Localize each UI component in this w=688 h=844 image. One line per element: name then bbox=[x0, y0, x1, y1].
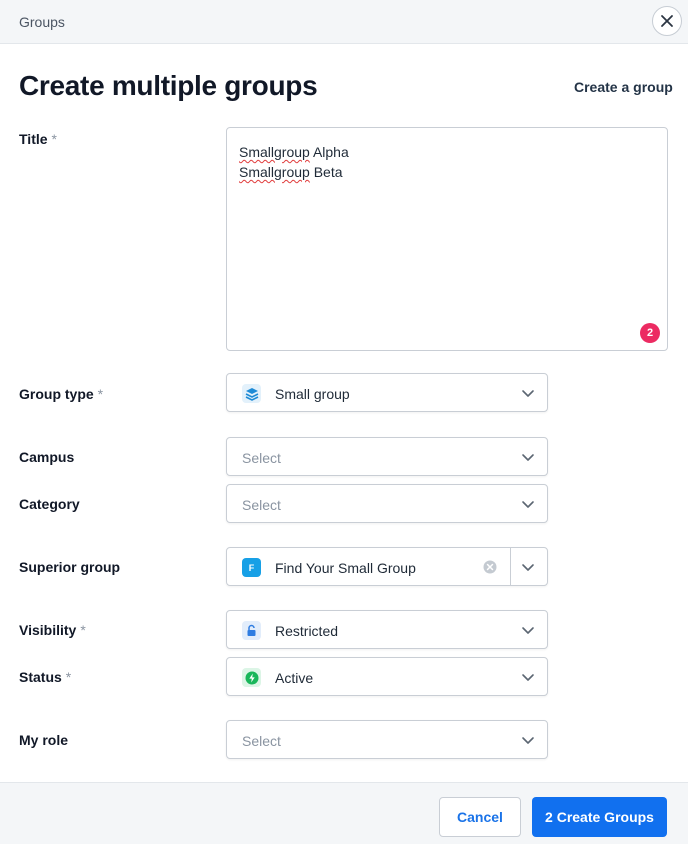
title-line-text: Alpha bbox=[309, 144, 349, 160]
layers-icon bbox=[242, 384, 261, 403]
title-textarea[interactable]: Smallgroup Alpha Smallgroup Beta 2 bbox=[226, 127, 668, 351]
required-mark: * bbox=[51, 131, 57, 147]
line-count-badge: 2 bbox=[640, 323, 660, 343]
superior-group-label: Superior group bbox=[19, 559, 121, 575]
modal-header: Groups bbox=[0, 0, 688, 44]
my-role-select[interactable]: Select bbox=[226, 720, 548, 759]
group-type-label-text: Group type bbox=[19, 386, 94, 402]
required-mark: * bbox=[80, 622, 86, 638]
create-groups-button[interactable]: 2 Create Groups bbox=[532, 797, 667, 837]
group-type-label: Group type * bbox=[19, 386, 103, 402]
group-type-value: Small group bbox=[275, 386, 350, 402]
modal-footer: Cancel 2 Create Groups bbox=[0, 782, 688, 844]
required-mark: * bbox=[97, 386, 104, 402]
title-label: Title * bbox=[19, 131, 57, 147]
status-label: Status * bbox=[19, 669, 71, 685]
visibility-select[interactable]: Restricted bbox=[226, 610, 548, 649]
cancel-button[interactable]: Cancel bbox=[439, 797, 521, 837]
group-badge-icon: F bbox=[242, 558, 261, 577]
title-label-text: Title bbox=[19, 131, 48, 147]
required-mark: * bbox=[65, 669, 72, 685]
title-line: Smallgroup Alpha bbox=[239, 142, 655, 162]
breadcrumb: Groups bbox=[19, 14, 65, 30]
campus-label: Campus bbox=[19, 449, 75, 465]
group-badge-letter: F bbox=[248, 562, 255, 573]
superior-group-select[interactable]: F Find Your Small Group bbox=[226, 547, 548, 586]
status-select[interactable]: Active bbox=[226, 657, 548, 696]
status-label-text: Status bbox=[19, 669, 62, 685]
my-role-placeholder: Select bbox=[242, 733, 281, 749]
chevron-down-icon bbox=[522, 737, 534, 744]
visibility-label: Visibility * bbox=[19, 622, 86, 638]
misspelled-word: Smallgroup bbox=[239, 144, 310, 160]
status-value: Active bbox=[275, 670, 314, 686]
visibility-value: Restricted bbox=[275, 623, 339, 639]
title-line: Smallgroup Beta bbox=[239, 162, 655, 182]
unlock-icon bbox=[242, 621, 261, 640]
category-label: Category bbox=[19, 496, 80, 512]
clear-icon[interactable] bbox=[483, 560, 497, 574]
my-role-label: My role bbox=[19, 732, 69, 748]
campus-placeholder: Select bbox=[242, 450, 281, 466]
misspelled-word: Smallgroup bbox=[239, 164, 310, 180]
group-type-select[interactable]: Small group bbox=[226, 373, 548, 412]
page-title: Create multiple groups bbox=[19, 70, 318, 101]
campus-select[interactable]: Select bbox=[226, 437, 548, 476]
chevron-down-icon bbox=[522, 454, 534, 461]
close-button[interactable] bbox=[652, 6, 682, 36]
select-divider bbox=[510, 548, 511, 585]
create-a-group-link[interactable]: Create a group bbox=[574, 79, 673, 95]
lightning-icon bbox=[242, 668, 261, 687]
category-placeholder: Select bbox=[242, 497, 281, 513]
chevron-down-icon bbox=[522, 390, 534, 397]
chevron-down-icon bbox=[522, 674, 534, 681]
title-line-text: Beta bbox=[309, 164, 343, 180]
visibility-label-text: Visibility bbox=[19, 622, 77, 638]
chevron-down-icon bbox=[522, 627, 534, 634]
close-icon bbox=[661, 15, 673, 27]
superior-group-value: Find Your Small Group bbox=[275, 560, 416, 576]
chevron-down-icon[interactable] bbox=[521, 560, 535, 574]
chevron-down-icon bbox=[522, 501, 534, 508]
category-select[interactable]: Select bbox=[226, 484, 548, 523]
